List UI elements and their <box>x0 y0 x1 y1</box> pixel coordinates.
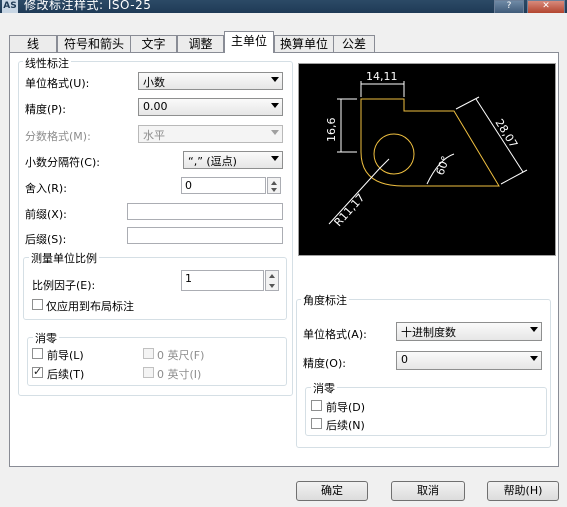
round-off-input[interactable]: 0 <box>181 177 266 194</box>
window-title: 修改标注样式: ISO-25 <box>24 0 152 12</box>
close-window-button[interactable]: ✕ <box>527 0 565 13</box>
precision-select[interactable]: 0.00 <box>138 98 283 116</box>
prefix-input[interactable] <box>127 203 283 220</box>
zero-inches-checkbox[interactable] <box>143 367 154 378</box>
round-off-label: 舍入(R): <box>25 182 67 195</box>
suffix-label: 后缀(S): <box>25 233 67 246</box>
linear-zero-suppression-title: 消零 <box>33 330 59 346</box>
trailing-zero-label: 后续(T) <box>47 368 85 381</box>
leading-zero-label: 前导(L) <box>47 349 84 362</box>
decimal-separator-label: 小数分隔符(C): <box>25 156 100 169</box>
round-off-spinner[interactable] <box>267 177 281 194</box>
precision-label: 精度(P): <box>25 103 66 116</box>
dim-radius-text: R11,17 <box>332 191 368 229</box>
angular-leading-zero-checkbox[interactable] <box>311 400 322 411</box>
zero-feet-checkbox[interactable] <box>143 348 154 359</box>
dim-angle-text: 60° <box>434 154 453 177</box>
tab-tolerances[interactable]: 公差 <box>333 35 375 53</box>
part-outline <box>360 98 500 187</box>
tab-lines[interactable]: 线 <box>9 35 57 53</box>
tab-text[interactable]: 文字 <box>130 35 177 53</box>
tab-alternate-units[interactable]: 换算单位 <box>274 35 334 53</box>
scale-factor-spinner[interactable] <box>265 270 279 291</box>
chevron-down-icon <box>271 130 279 135</box>
unit-format-select[interactable]: 小数 <box>138 72 283 90</box>
chevron-down-icon <box>271 77 279 82</box>
angular-precision-select[interactable]: 0 <box>396 351 542 370</box>
ok-button[interactable]: 确定 <box>296 481 368 501</box>
preview-drawing: 14,11 16,6 28,07 60° R11,17 <box>325 70 528 229</box>
layout-only-checkbox[interactable] <box>32 299 43 310</box>
chevron-down-icon <box>530 356 538 361</box>
linear-dimensions-title: 线性标注 <box>23 55 71 71</box>
tab-symbols-arrows[interactable]: 符号和箭头 <box>57 35 131 53</box>
chevron-down-icon <box>271 156 279 161</box>
leading-zero-checkbox[interactable] <box>32 348 43 359</box>
prefix-label: 前缀(X): <box>25 208 67 221</box>
app-icon: AS <box>2 0 18 13</box>
help-window-button[interactable]: ? <box>494 0 524 13</box>
fraction-format-select[interactable]: 水平 <box>138 125 283 143</box>
cancel-button[interactable]: 取消 <box>391 481 465 501</box>
measurement-scale-title: 测量单位比例 <box>29 250 99 266</box>
angular-trailing-zero-label: 后续(N) <box>326 419 365 432</box>
suffix-input[interactable] <box>127 227 283 244</box>
zero-feet-label: 0 英尺(F) <box>157 349 205 362</box>
dim-top-text: 14,11 <box>366 70 398 83</box>
dim-left-text: 16,6 <box>325 118 338 143</box>
chevron-down-icon <box>271 103 279 108</box>
scale-factor-label: 比例因子(E): <box>32 279 96 292</box>
tab-primary-units[interactable]: 主单位 <box>224 31 274 53</box>
checkmark-icon: ✓ <box>33 365 43 378</box>
chevron-down-icon <box>530 327 538 332</box>
title-bar: AS 修改标注样式: ISO-25 ? ✕ <box>0 0 567 13</box>
trailing-zero-checkbox[interactable]: ✓ <box>32 365 43 378</box>
close-icon: ✕ <box>542 1 550 11</box>
zero-inches-label: 0 英寸(I) <box>157 368 202 381</box>
angular-unit-format-label: 单位格式(A): <box>303 328 367 341</box>
angular-unit-format-select[interactable]: 十进制度数 <box>396 322 542 341</box>
dimension-preview: 14,11 16,6 28,07 60° R11,17 <box>298 63 556 256</box>
angular-zero-suppression-title: 消零 <box>311 380 337 396</box>
angular-dimensions-title: 角度标注 <box>301 292 349 308</box>
unit-format-label: 单位格式(U): <box>25 77 90 90</box>
tab-fit[interactable]: 调整 <box>177 35 224 53</box>
help-button[interactable]: 帮助(H) <box>487 481 559 501</box>
angular-leading-zero-label: 前导(D) <box>326 401 366 414</box>
angular-trailing-zero-checkbox[interactable] <box>311 418 322 429</box>
decimal-separator-select[interactable]: “,” (逗点) <box>183 151 283 169</box>
layout-only-label: 仅应用到布局标注 <box>46 300 134 313</box>
scale-factor-input[interactable]: 1 <box>181 270 264 291</box>
angular-precision-label: 精度(O): <box>303 357 346 370</box>
fraction-format-label: 分数格式(M): <box>25 130 91 143</box>
dim-right-text: 28,07 <box>492 117 520 151</box>
